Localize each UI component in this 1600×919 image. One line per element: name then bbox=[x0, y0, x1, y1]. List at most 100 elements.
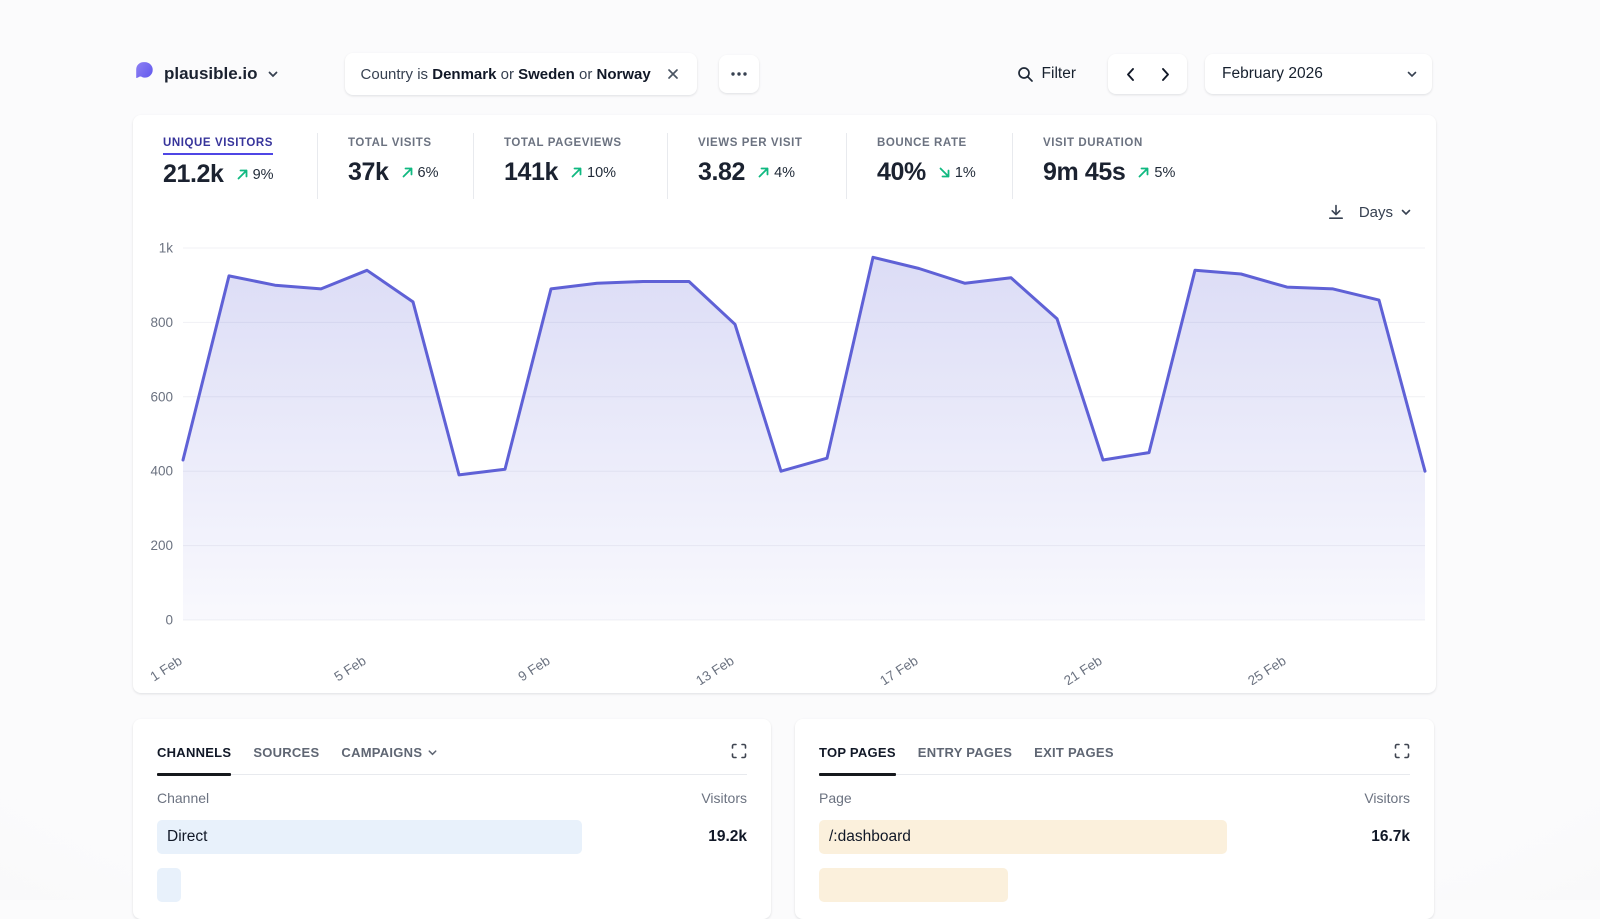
svg-text:21 Feb: 21 Feb bbox=[1061, 653, 1104, 685]
plausible-logo-icon bbox=[133, 62, 155, 86]
date-range-picker[interactable]: February 2026 bbox=[1205, 54, 1432, 94]
table-row[interactable]: /:dashboard16.7k bbox=[819, 820, 1410, 854]
stat-change: 6% bbox=[401, 165, 439, 181]
tab-top-pages[interactable]: TOP PAGES bbox=[819, 745, 896, 774]
chevron-down-icon bbox=[427, 747, 438, 758]
svg-text:800: 800 bbox=[150, 315, 173, 330]
row-name bbox=[819, 876, 829, 893]
row-name bbox=[157, 876, 167, 893]
stat-value: 3.82 bbox=[698, 158, 745, 187]
svg-text:5 Feb: 5 Feb bbox=[332, 653, 369, 684]
stat-unique-visitors[interactable]: UNIQUE VISITORS 21.2k 9% bbox=[133, 133, 318, 199]
tab-campaigns[interactable]: CAMPAIGNS bbox=[341, 745, 438, 774]
prev-period-button[interactable] bbox=[1125, 67, 1136, 82]
download-icon bbox=[1327, 203, 1345, 221]
tab-entry-pages[interactable]: ENTRY PAGES bbox=[918, 745, 1012, 774]
interval-label: Days bbox=[1359, 204, 1393, 221]
expand-pages-button[interactable] bbox=[1394, 743, 1410, 764]
pages-panel: TOP PAGES ENTRY PAGES EXIT PAGES Page Visi… bbox=[795, 719, 1434, 919]
table-row[interactable] bbox=[819, 868, 1410, 902]
trend-up-icon bbox=[570, 166, 583, 179]
graph-controls: Days bbox=[1327, 203, 1412, 221]
col-channel: Channel bbox=[157, 790, 209, 806]
stat-value: 37k bbox=[348, 158, 389, 187]
stat-change: 1% bbox=[938, 165, 976, 181]
row-bar bbox=[819, 868, 1008, 902]
stat-label: VISIT DURATION bbox=[1043, 133, 1143, 153]
trend-up-icon bbox=[757, 166, 770, 179]
stat-visit-duration[interactable]: VISIT DURATION 9m 45s 5% bbox=[1013, 133, 1213, 199]
filter-button-label: Filter bbox=[1042, 65, 1076, 83]
expand-icon bbox=[731, 743, 747, 759]
trend-up-icon bbox=[1137, 166, 1150, 179]
tab-exit-pages[interactable]: EXIT PAGES bbox=[1034, 745, 1114, 774]
trend-down-icon bbox=[938, 166, 951, 179]
visitors-area-chart[interactable]: 02004006008001k1 Feb5 Feb9 Feb13 Feb17 F… bbox=[133, 225, 1436, 685]
remove-filter-icon[interactable] bbox=[665, 66, 681, 82]
sources-table-rows: Direct 19.2k bbox=[157, 820, 747, 902]
stat-value: 40% bbox=[877, 158, 926, 187]
svg-text:17 Feb: 17 Feb bbox=[877, 653, 920, 685]
table-row[interactable]: Direct 19.2k bbox=[157, 820, 747, 854]
svg-text:13 Feb: 13 Feb bbox=[693, 653, 736, 685]
row-name: /:dashboard bbox=[819, 828, 911, 845]
stat-total-pageviews[interactable]: TOTAL PAGEVIEWS141k10% bbox=[474, 133, 668, 199]
filter-country: Sweden bbox=[518, 66, 575, 83]
tab-sources[interactable]: SOURCES bbox=[253, 745, 319, 774]
sources-table-header: Channel Visitors bbox=[157, 790, 747, 806]
ellipsis-icon bbox=[730, 71, 748, 77]
stat-value: 9m 45s bbox=[1043, 158, 1125, 187]
row-name: Direct bbox=[157, 828, 207, 845]
next-period-button[interactable] bbox=[1160, 67, 1171, 82]
expand-icon bbox=[1394, 743, 1410, 759]
svg-text:600: 600 bbox=[150, 389, 173, 404]
stat-views-per-visit[interactable]: VIEWS PER VISIT3.824% bbox=[668, 133, 847, 199]
visitors-graph-panel: UNIQUE VISITORS 21.2k 9% TOTAL VISITS 37k 6%T… bbox=[133, 115, 1436, 693]
filter-button[interactable]: Filter bbox=[1009, 59, 1084, 89]
chart-series bbox=[183, 257, 1425, 620]
stat-value: 141k bbox=[504, 158, 558, 187]
date-range-label: February 2026 bbox=[1222, 65, 1406, 83]
site-switcher[interactable]: plausible.io bbox=[133, 62, 279, 86]
stat-label: TOTAL VISITS bbox=[348, 133, 432, 153]
table-row[interactable] bbox=[157, 868, 747, 902]
interval-dropdown[interactable]: Days bbox=[1359, 204, 1412, 221]
svg-text:25 Feb: 25 Feb bbox=[1245, 653, 1288, 685]
active-filter-pill[interactable]: Country is Denmark or Sweden or Norway bbox=[345, 53, 697, 95]
sources-panel: CHANNELS SOURCES CAMPAIGNS Channel Visitor… bbox=[133, 719, 771, 919]
site-name: plausible.io bbox=[164, 64, 258, 84]
svg-text:1 Feb: 1 Feb bbox=[148, 653, 185, 684]
more-filters-button[interactable] bbox=[719, 55, 759, 93]
stat-bounce-rate[interactable]: BOUNCE RATE 40% 1% bbox=[847, 133, 1013, 199]
svg-text:0: 0 bbox=[165, 613, 173, 628]
stat-label: UNIQUE VISITORS bbox=[163, 133, 273, 155]
pages-tabs: TOP PAGES ENTRY PAGES EXIT PAGES bbox=[819, 719, 1410, 775]
export-download-button[interactable] bbox=[1327, 203, 1345, 221]
chevron-down-icon bbox=[1400, 206, 1412, 218]
chevron-right-icon bbox=[1160, 67, 1171, 82]
row-value: 19.2k bbox=[708, 820, 747, 854]
filter-pill-text: Country is Denmark or Sweden or Norway bbox=[361, 66, 651, 83]
stat-change: 9% bbox=[236, 167, 274, 183]
col-visitors: Visitors bbox=[1364, 790, 1410, 806]
pages-table-rows: /:dashboard16.7k bbox=[819, 820, 1410, 902]
stat-change: 10% bbox=[570, 165, 616, 181]
stat-total-visits[interactable]: TOTAL VISITS 37k 6% bbox=[318, 133, 474, 199]
date-nav bbox=[1108, 54, 1187, 94]
filter-country: Norway bbox=[597, 66, 651, 83]
stat-change: 5% bbox=[1137, 165, 1175, 181]
sources-tabs: CHANNELS SOURCES CAMPAIGNS bbox=[157, 719, 747, 775]
col-page: Page bbox=[819, 790, 852, 806]
top-bar: plausible.io Country is Denmark or Swede… bbox=[133, 53, 1432, 95]
stat-change: 4% bbox=[757, 165, 795, 181]
chevron-left-icon bbox=[1125, 67, 1136, 82]
stat-value: 21.2k bbox=[163, 160, 224, 189]
stat-label: BOUNCE RATE bbox=[877, 133, 967, 153]
row-bar bbox=[157, 820, 582, 854]
trend-up-icon bbox=[401, 166, 414, 179]
expand-sources-button[interactable] bbox=[731, 743, 747, 764]
svg-text:9 Feb: 9 Feb bbox=[516, 653, 553, 684]
svg-text:1k: 1k bbox=[159, 241, 174, 256]
tab-channels[interactable]: CHANNELS bbox=[157, 745, 231, 774]
chevron-down-icon bbox=[1406, 68, 1418, 80]
